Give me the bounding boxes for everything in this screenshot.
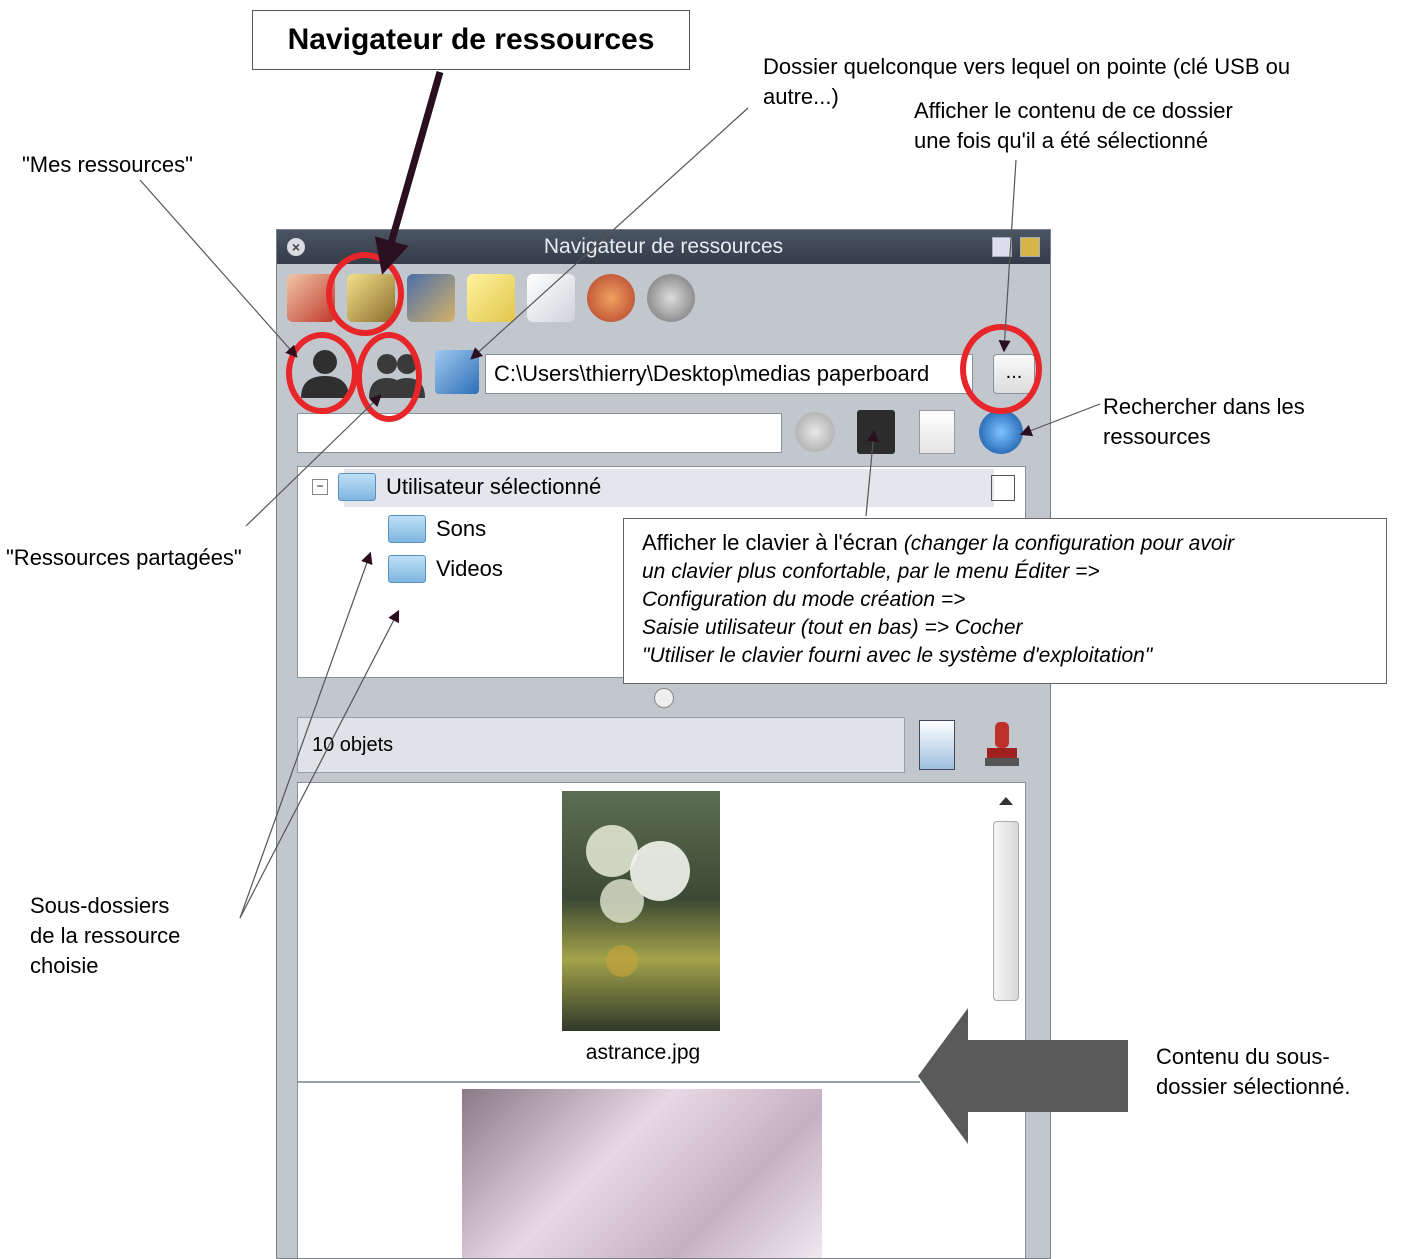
arrow-partagees: [245, 394, 382, 527]
keyboard-italic-4: Saisie utilisateur (tout en bas) => Coch…: [642, 616, 1023, 639]
arrow-sons: [239, 551, 373, 919]
keyboard-italic-2: un clavier plus confortable, par le menu…: [642, 560, 1100, 583]
arrow-title: [374, 71, 444, 275]
arrow-videos: [239, 609, 400, 919]
arrow-keyboard: [865, 429, 880, 517]
keyboard-italic-5: "Utiliser le clavier fourni avec le syst…: [642, 644, 1153, 667]
arrow-mes-ressources: [139, 179, 298, 358]
keyboard-annotation-box: Afficher le clavier à l'écran (changer l…: [623, 518, 1387, 684]
arrow-dossier: [470, 107, 749, 360]
keyboard-main-text: Afficher le clavier à l'écran: [642, 530, 904, 555]
ressources-partagees-note: "Ressources partagées": [6, 543, 242, 573]
keyboard-italic-1: (changer la configuration pour avoir: [903, 532, 1235, 555]
big-left-arrow: [918, 1008, 1128, 1144]
arrow-rechercher: [1019, 403, 1101, 437]
keyboard-italic-3: Configuration du mode création =>: [642, 588, 966, 611]
arrow-afficher: [998, 159, 1017, 353]
